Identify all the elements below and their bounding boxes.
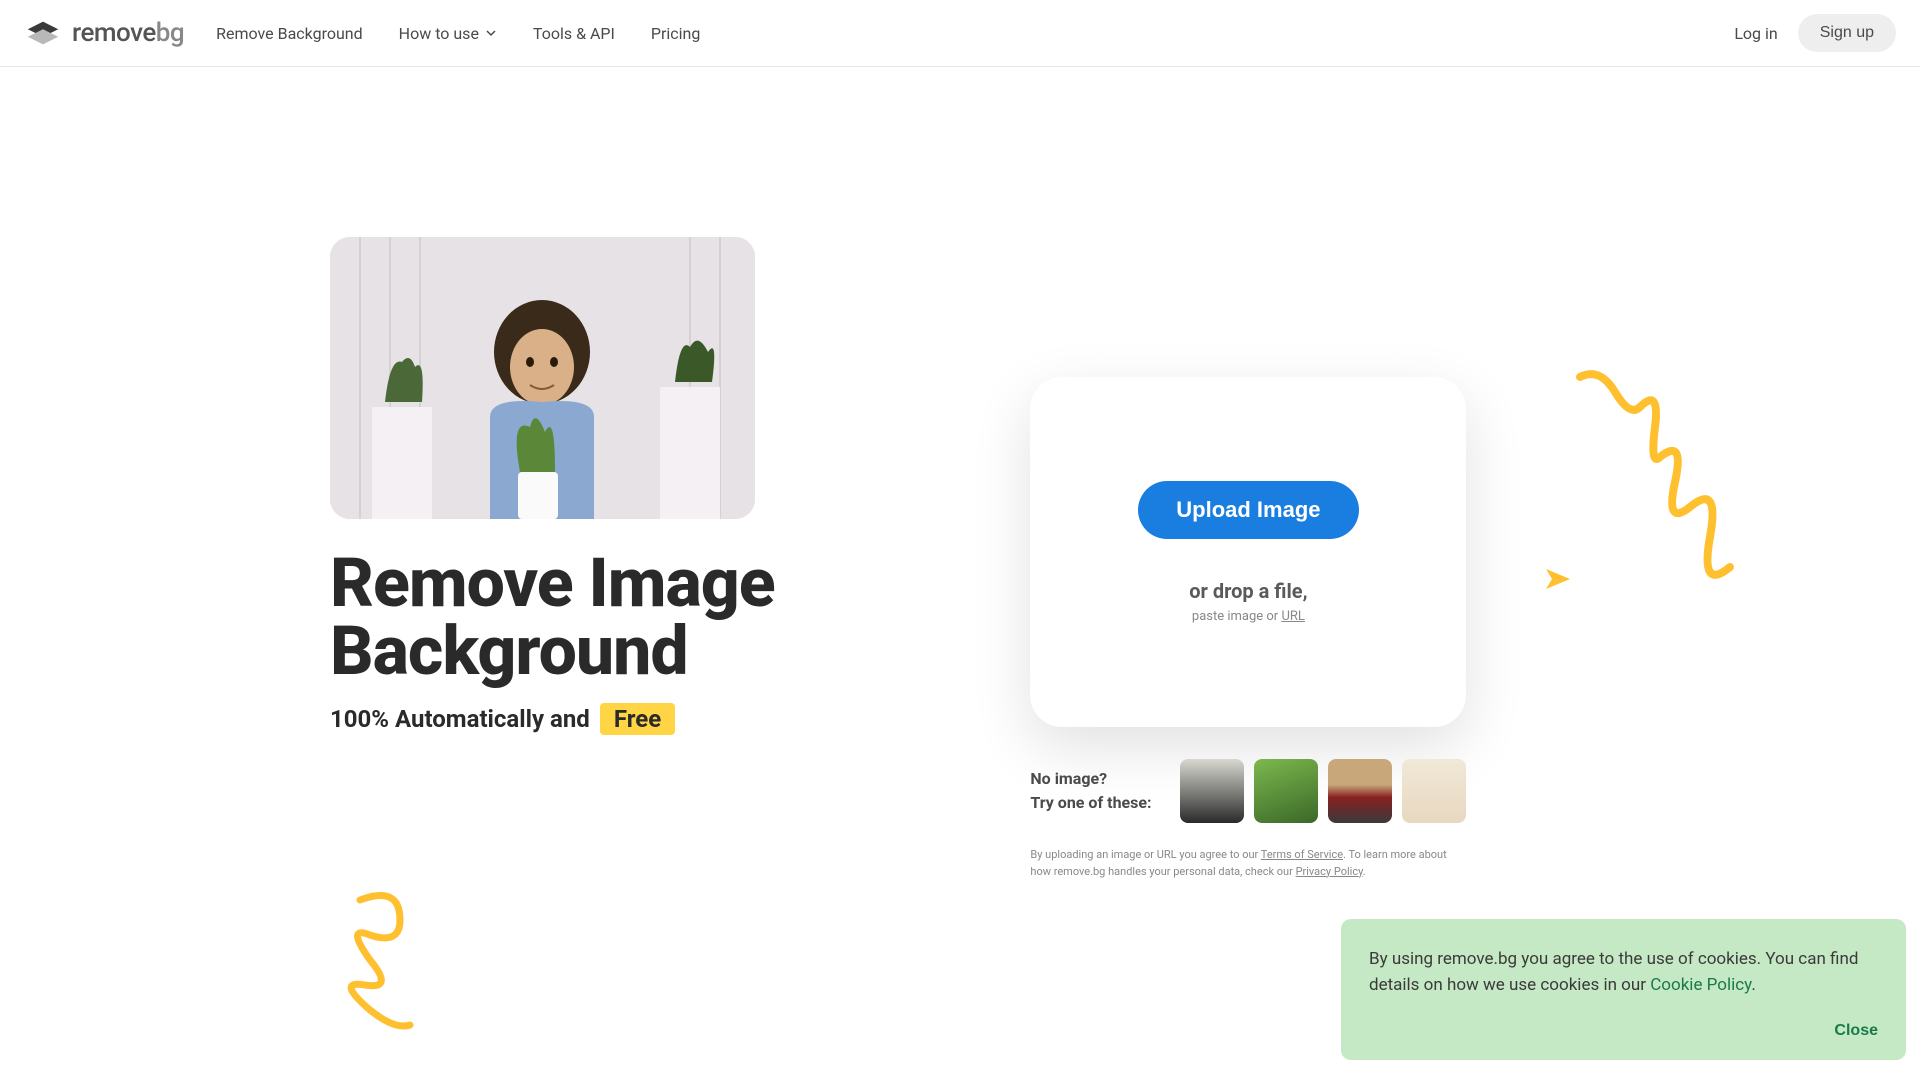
url-link[interactable]: URL [1281,609,1304,624]
signup-button[interactable]: Sign up [1798,14,1896,52]
free-badge: Free [600,703,675,735]
arrow-icon [1542,565,1574,591]
squiggle-decoration-bottom [340,890,450,1030]
hero-left: Remove Image Background 100% Automatical… [200,237,990,880]
cookie-text: By using remove.bg you agree to the use … [1369,947,1878,998]
main-content: Remove Image Background 100% Automatical… [200,67,1720,880]
disclaimer: By uploading an image or URL you agree t… [1030,847,1466,880]
privacy-policy-link[interactable]: Privacy Policy [1296,865,1363,878]
sample-thumb-4[interactable] [1402,759,1466,823]
hero-image [330,237,755,519]
cookie-policy-link[interactable]: Cookie Policy [1650,975,1751,995]
upload-card[interactable]: Upload Image or drop a file, paste image… [1030,377,1466,727]
sample-thumb-3[interactable] [1328,759,1392,823]
drop-text: or drop a file, [1189,579,1307,603]
nav-pricing[interactable]: Pricing [651,24,701,43]
nav-tools-api[interactable]: Tools & API [533,24,615,43]
logo-text: removebg [72,18,184,48]
login-link[interactable]: Log in [1734,24,1777,43]
logo-icon [24,19,62,47]
terms-of-service-link[interactable]: Terms of Service [1261,848,1343,861]
logo[interactable]: removebg [24,18,184,48]
sample-thumb-1[interactable] [1180,759,1244,823]
squiggle-decoration-right [1560,367,1780,607]
cookie-banner: By using remove.bg you agree to the use … [1341,919,1906,1060]
nav-remove-background[interactable]: Remove Background [216,24,363,43]
samples-row: No image? Try one of these: [1030,759,1466,823]
main-nav: Remove Background How to use Tools & API… [216,24,700,43]
cookie-close-button[interactable]: Close [1834,1022,1878,1040]
paste-text: paste image or URL [1192,609,1305,624]
page-title: Remove Image Background [330,549,990,685]
header: removebg Remove Background How to use To… [0,0,1920,67]
upload-button[interactable]: Upload Image [1138,481,1358,539]
header-right: Log in Sign up [1734,14,1896,52]
chevron-down-icon [485,27,497,39]
sample-thumbs [1180,759,1466,823]
nav-how-to-use[interactable]: How to use [399,24,497,43]
page-subtitle: 100% Automatically and Free [330,703,990,735]
samples-text: No image? Try one of these: [1030,767,1151,815]
sample-thumb-2[interactable] [1254,759,1318,823]
